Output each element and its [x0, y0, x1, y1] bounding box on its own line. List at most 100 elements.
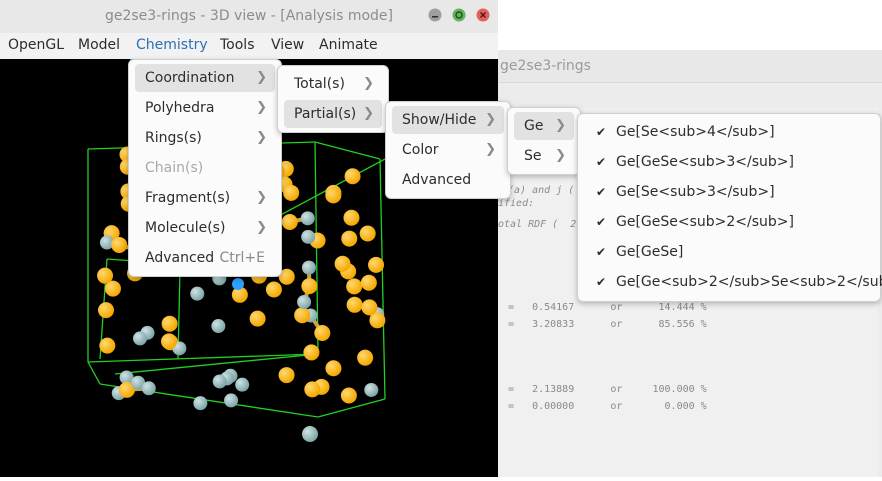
se-atom [97, 268, 113, 284]
chevron-right-icon: ❯ [555, 112, 566, 140]
menu-item-molecules[interactable]: Molecule(s)❯ [135, 214, 275, 242]
menu-model[interactable]: Model [78, 33, 120, 59]
menu-chemistry[interactable]: Chemistry [130, 33, 214, 61]
element-submenu: Ge❯ Se❯ [507, 107, 581, 175]
toggle-ge-ge2se2[interactable]: ✔Ge[Ge<sub>2</sub>Se<sub>2</sub>] [584, 268, 874, 296]
checkmark-icon: ✔ [596, 118, 606, 146]
checkmark-icon: ✔ [596, 178, 606, 206]
checkmark-icon: ✔ [596, 268, 606, 296]
se-atom [368, 257, 384, 273]
toggle-ge-gese3[interactable]: ✔Ge[GeSe<sub>3</sub>] [584, 148, 874, 176]
se-atom [345, 168, 361, 184]
output-line: = 2.13889 or 100.000 % [508, 384, 707, 395]
checkmark-icon: ✔ [596, 148, 606, 176]
menu-item-partial-advanced[interactable]: Advanced [392, 166, 504, 194]
menu-item-ge[interactable]: Ge❯ [514, 112, 574, 140]
se-atom [361, 299, 377, 315]
main-menubar: OpenGL Model Chemistry Tools View Animat… [0, 33, 498, 59]
chevron-right-icon: ❯ [485, 106, 496, 134]
chevron-right-icon: ❯ [363, 100, 374, 128]
se-atom [343, 210, 359, 226]
ge-atom [302, 261, 316, 275]
chevron-right-icon: ❯ [256, 64, 267, 92]
cell-box-edge [380, 159, 385, 399]
checkmark-icon: ✔ [596, 208, 606, 236]
se-atom [346, 278, 362, 294]
ge-atom [364, 383, 378, 397]
menu-item-show-hide[interactable]: Show/Hide❯ [392, 106, 504, 134]
checkmark-icon: ✔ [596, 238, 606, 266]
ge-atom [193, 396, 207, 410]
chevron-right-icon: ❯ [555, 142, 566, 170]
output-line: = 0.00000 or 0.000 % [508, 401, 707, 412]
main-window-title: ge2se3-rings - 3D view - [Analysis mode] [0, 0, 498, 33]
se-atom [250, 311, 266, 327]
menu-tools[interactable]: Tools [220, 33, 255, 59]
main-window-titlebar[interactable]: ge2se3-rings - 3D view - [Analysis mode] [0, 0, 498, 33]
menu-view[interactable]: View [271, 33, 304, 59]
analysis-window-title: ge2se3-rings [500, 58, 591, 74]
ge-atom [302, 426, 318, 442]
menu-item-partials[interactable]: Partial(s)❯ [284, 100, 382, 128]
menu-item-color[interactable]: Color❯ [392, 136, 504, 164]
maximize-icon [452, 8, 466, 22]
se-atom [325, 360, 341, 376]
ge-atom [301, 230, 315, 244]
chevron-right-icon: ❯ [256, 124, 267, 152]
se-atom [347, 297, 363, 313]
toggle-ge-se3[interactable]: ✔Ge[Se<sub>3</sub>] [584, 178, 874, 206]
ge-atom [211, 319, 225, 333]
se-atom [325, 187, 341, 203]
se-atom [341, 231, 357, 247]
se-atom [99, 338, 115, 354]
ge-atom [224, 393, 238, 407]
close-window-button[interactable] [476, 8, 490, 22]
menu-item-chains: Chain(s) [135, 154, 275, 182]
minimize-icon [428, 8, 442, 22]
coordination-submenu: Total(s)❯ Partial(s)❯ [277, 65, 389, 133]
ge-atom [213, 374, 227, 388]
ge-atom [190, 287, 204, 301]
analysis-window-titlebar[interactable]: ge2se3-rings [498, 50, 882, 83]
se-atom [314, 325, 330, 341]
output-line: (a) and j ( [508, 185, 574, 196]
se-atom [266, 281, 282, 297]
se-atom [279, 367, 295, 383]
menu-item-se[interactable]: Se❯ [514, 142, 574, 170]
cell-box-edge [315, 142, 380, 159]
se-atom [282, 214, 298, 230]
se-atom [162, 316, 178, 332]
chevron-right-icon: ❯ [363, 70, 374, 98]
menu-animate[interactable]: Animate [319, 33, 378, 59]
chevron-right-icon: ❯ [256, 94, 267, 122]
menu-item-advanced[interactable]: AdvancedCtrl+E [135, 244, 275, 272]
ge-atom [142, 381, 156, 395]
menu-item-rings[interactable]: Rings(s)❯ [135, 124, 275, 152]
output-line: = 0.54167 or 14.444 % [508, 302, 707, 313]
menu-item-polyhedra[interactable]: Polyhedra❯ [135, 94, 275, 122]
se-atom [301, 278, 317, 294]
toggle-ge-gese2[interactable]: ✔Ge[GeSe<sub>2</sub>] [584, 208, 874, 236]
menu-opengl[interactable]: OpenGL [8, 33, 64, 59]
maximize-window-button[interactable] [452, 8, 466, 22]
se-atom [360, 225, 376, 241]
menu-item-coordination[interactable]: Coordination❯ [135, 64, 275, 92]
se-atom [341, 387, 357, 403]
ge-atom [133, 331, 147, 345]
menu-item-fragments[interactable]: Fragment(s)❯ [135, 184, 275, 212]
chevron-right-icon: ❯ [256, 214, 267, 242]
toggle-ge-gese[interactable]: ✔Ge[GeSe] [584, 238, 874, 266]
se-atom [304, 381, 320, 397]
menu-item-totals[interactable]: Total(s)❯ [284, 70, 382, 98]
se-atom [98, 302, 114, 318]
minimize-window-button[interactable] [428, 8, 442, 22]
chevron-right-icon: ❯ [256, 184, 267, 212]
partials-submenu: Show/Hide❯ Color❯ Advanced [385, 101, 511, 199]
output-line: = 3.20833 or 85.556 % [508, 319, 707, 330]
ge-atom [297, 295, 311, 309]
toggle-ge-se4[interactable]: ✔Ge[Se<sub>4</sub>] [584, 118, 874, 146]
se-atom [161, 333, 177, 349]
se-atom [111, 237, 127, 253]
output-line: otal RDF ( 2 [498, 219, 576, 230]
se-atom [357, 350, 373, 366]
